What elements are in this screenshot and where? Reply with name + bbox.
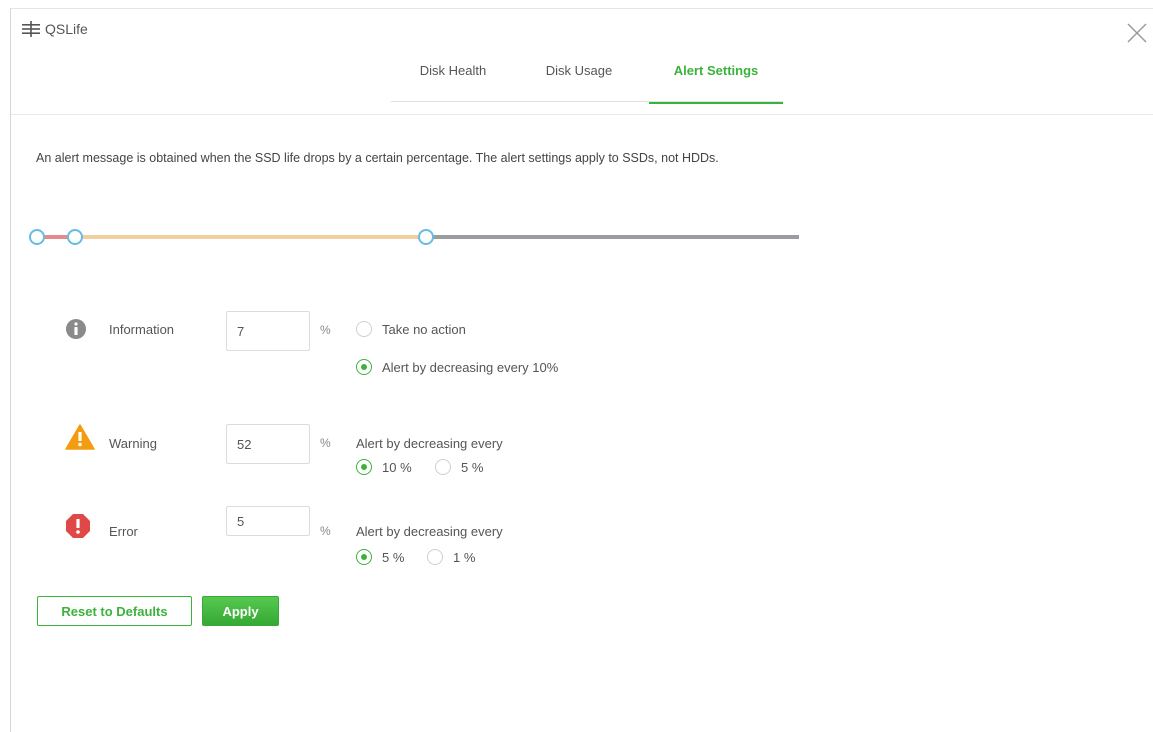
radio-indicator	[356, 359, 372, 375]
information-take-no-action-radio[interactable]: Take no action	[356, 321, 466, 337]
tab-alert-settings[interactable]: Alert Settings	[649, 61, 783, 104]
tab-disk-health[interactable]: Disk Health	[415, 61, 491, 102]
app-title: QSLife	[45, 21, 88, 37]
error-alert-hint: Alert by decreasing every	[356, 524, 503, 539]
radio-indicator	[356, 459, 372, 475]
warning-label: Warning	[109, 436, 157, 451]
close-icon[interactable]	[1126, 22, 1148, 44]
qslife-logo-icon	[22, 21, 40, 37]
information-threshold-input[interactable]	[226, 311, 310, 351]
information-percent-unit: %	[320, 323, 331, 337]
warning-alert-5-radio[interactable]: 5 %	[435, 459, 483, 475]
tab-bar: Disk Health Disk Usage Alert Settings	[391, 61, 783, 104]
apply-button[interactable]: Apply	[202, 596, 279, 626]
information-label: Information	[109, 322, 175, 337]
error-threshold-input[interactable]	[226, 506, 310, 536]
window-title: QSLife	[21, 21, 88, 37]
warning-percent-unit: %	[320, 436, 331, 450]
error-icon	[66, 514, 90, 538]
slider-warning-handle[interactable]	[418, 229, 434, 245]
radio-label: 10 %	[382, 459, 412, 475]
warning-icon	[65, 424, 95, 450]
radio-label: 5 %	[382, 549, 405, 565]
slider-normal-segment	[427, 235, 799, 239]
slider-information-handle[interactable]	[67, 229, 83, 245]
slider-error-handle[interactable]	[29, 229, 45, 245]
radio-indicator	[435, 459, 451, 475]
alert-description: An alert message is obtained when the SS…	[36, 151, 719, 165]
error-alert-1-radio[interactable]: 1 %	[427, 549, 475, 565]
information-alert-every-10-radio[interactable]: Alert by decreasing every 10%	[356, 359, 558, 375]
error-label: Error	[109, 524, 138, 539]
radio-indicator	[356, 321, 372, 337]
warning-threshold-input[interactable]	[226, 424, 310, 464]
reset-to-defaults-button[interactable]: Reset to Defaults	[37, 596, 192, 626]
radio-label: 1 %	[453, 549, 476, 565]
radio-label: 5 %	[461, 459, 484, 475]
error-alert-5-radio[interactable]: 5 %	[356, 549, 404, 565]
info-icon	[66, 319, 86, 339]
warning-alert-10-radio[interactable]: 10 %	[356, 459, 412, 475]
threshold-slider[interactable]	[29, 225, 809, 249]
header-divider	[11, 114, 1153, 115]
radio-indicator	[427, 549, 443, 565]
slider-warning-segment	[75, 235, 427, 239]
error-percent-unit: %	[320, 524, 331, 538]
radio-label: Alert by decreasing every 10%	[382, 359, 559, 375]
radio-indicator	[356, 549, 372, 565]
qslife-window: QSLife Disk Health Disk Usage Alert Sett…	[10, 8, 1153, 732]
warning-alert-hint: Alert by decreasing every	[356, 436, 503, 451]
radio-label: Take no action	[382, 321, 466, 337]
tab-disk-usage[interactable]: Disk Usage	[541, 61, 617, 102]
